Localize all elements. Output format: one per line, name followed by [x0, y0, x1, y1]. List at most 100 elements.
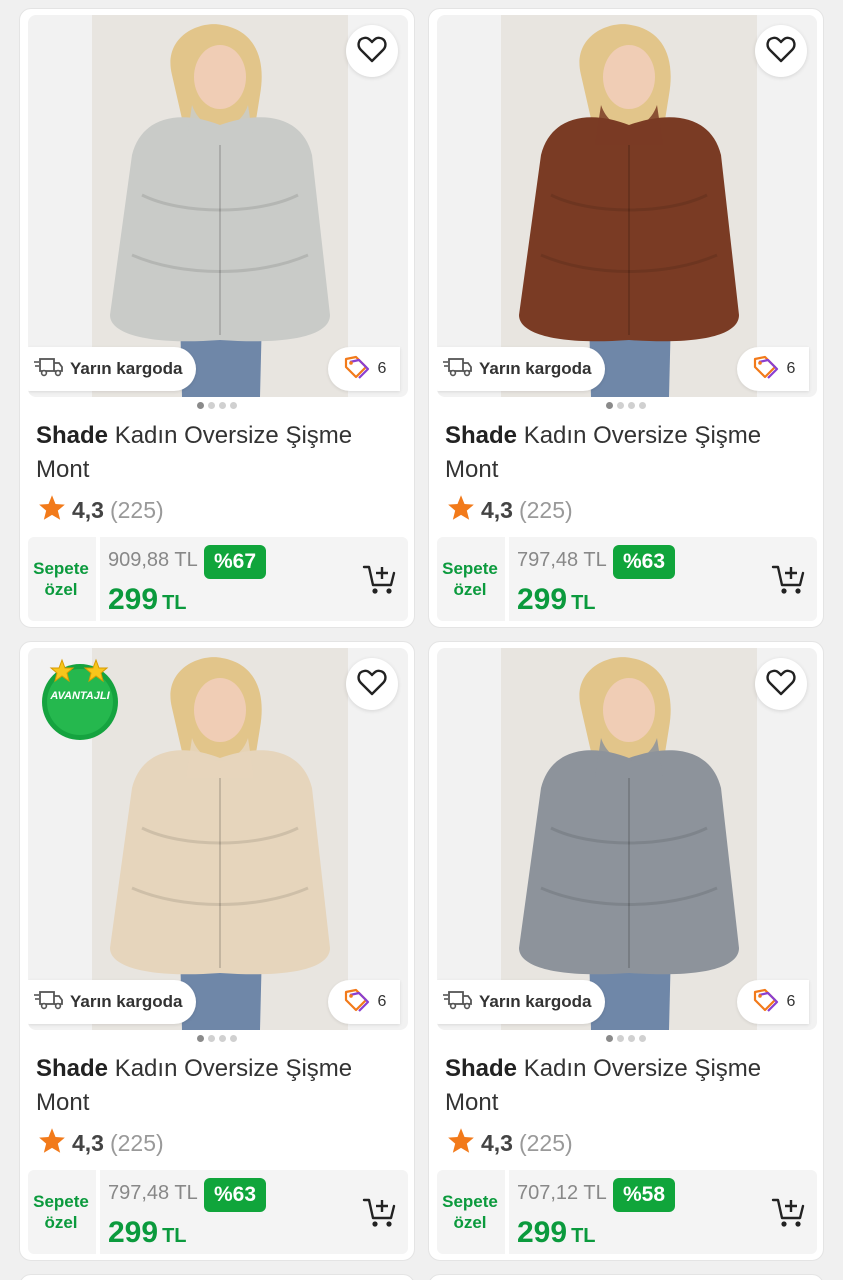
basket-label-line-1: Sepete — [442, 1192, 498, 1211]
carousel-dot — [639, 1035, 646, 1042]
basket-label-line-1: Sepete — [442, 559, 498, 578]
carousel-dot — [219, 402, 226, 409]
color-tags-icon — [751, 353, 779, 386]
favorite-button[interactable] — [346, 25, 398, 77]
product-card[interactable]: AVANTAJLI Yarın kargoda 6 Shade Kadın Overs… — [19, 641, 415, 1261]
product-card-partial[interactable] — [19, 1274, 415, 1280]
heart-outline-icon — [357, 35, 387, 68]
product-card[interactable]: Yarın kargoda 6 Shade Kadın Oversize Şişme… — [428, 8, 824, 628]
color-options-badge[interactable]: 6 — [737, 980, 809, 1024]
color-options-badge[interactable]: 6 — [737, 347, 809, 391]
price-currency: TL — [571, 1225, 596, 1247]
favorite-button[interactable] — [755, 658, 807, 710]
carousel-dot — [628, 1035, 635, 1042]
color-tags-icon — [342, 986, 370, 1019]
price-box: Sepete özel 797,48 TL %63 299 TL — [28, 1170, 408, 1254]
color-options-badge[interactable]: 6 — [328, 980, 400, 1024]
basket-label-line-2: özel — [44, 580, 78, 599]
sale-price: 299 TL — [517, 1216, 596, 1250]
color-options-badge[interactable]: 6 — [328, 347, 400, 391]
price-amount: 299 — [108, 1216, 159, 1249]
shipping-badge: Yarın kargoda — [437, 347, 606, 391]
carousel-dot — [208, 1035, 215, 1042]
divider — [505, 1170, 509, 1254]
review-count: (225) — [109, 496, 164, 523]
product-title[interactable]: Shade Kadın Oversize Şişme Mont — [36, 1052, 406, 1120]
rating-score: 4,3 — [481, 496, 513, 523]
product-image[interactable]: Yarın kargoda 6 — [437, 15, 817, 397]
price-box: Sepete özel 707,12 TL %58 299 TL — [437, 1170, 817, 1254]
heart-outline-icon — [766, 35, 796, 68]
product-rating: 4,3 (225) — [447, 494, 573, 526]
star-icon — [447, 494, 475, 526]
star-icon — [38, 494, 66, 526]
product-image[interactable]: AVANTAJLI Yarın kargoda 6 — [28, 648, 408, 1030]
product-card[interactable]: Yarın kargoda 6 Shade Kadın Oversize Şişme… — [428, 641, 824, 1261]
price-amount: 299 — [108, 583, 159, 616]
rating-score: 4,3 — [481, 1129, 513, 1156]
carousel-dot — [606, 1035, 613, 1042]
basket-label-line-2: özel — [453, 580, 487, 599]
add-to-cart-icon — [362, 565, 398, 601]
review-count: (225) — [109, 1129, 164, 1156]
add-to-cart-button[interactable] — [362, 561, 398, 597]
add-to-cart-icon — [362, 1198, 398, 1234]
image-carousel-dots — [20, 402, 414, 409]
shipping-label: Yarın kargoda — [479, 992, 592, 1011]
product-title[interactable]: Shade Kadın Oversize Şişme Mont — [445, 419, 815, 487]
favorite-button[interactable] — [755, 25, 807, 77]
heart-outline-icon — [766, 668, 796, 701]
carousel-dot — [606, 402, 613, 409]
delivery-truck-icon — [34, 355, 64, 384]
price-amount: 299 — [517, 583, 568, 616]
product-brand: Shade — [445, 422, 518, 449]
color-tags-icon — [342, 353, 370, 386]
product-card-partial[interactable] — [428, 1274, 824, 1280]
add-to-cart-icon — [771, 1198, 807, 1234]
product-rating: 4,3 (225) — [447, 1127, 573, 1159]
shipping-label: Yarın kargoda — [70, 992, 183, 1011]
delivery-truck-icon — [443, 355, 473, 384]
carousel-dot — [230, 1035, 237, 1042]
product-card[interactable]: Yarın kargoda 6 Shade Kadın Oversize Şişme… — [19, 8, 415, 628]
color-count: 6 — [786, 993, 796, 1010]
price-amount: 299 — [517, 1216, 568, 1249]
divider — [505, 537, 509, 621]
price-currency: TL — [571, 592, 596, 614]
old-price: 707,12 TL — [517, 1182, 607, 1204]
product-brand: Shade — [36, 422, 109, 449]
basket-label-line-1: Sepete — [33, 1192, 89, 1211]
basket-label-line-2: özel — [453, 1213, 487, 1232]
basket-label-line-1: Sepete — [33, 559, 89, 578]
product-image[interactable]: Yarın kargoda 6 — [437, 648, 817, 1030]
basket-special-label: Sepete özel — [437, 537, 503, 621]
add-to-cart-button[interactable] — [362, 1194, 398, 1230]
rating-score: 4,3 — [72, 496, 104, 523]
color-tags-icon — [751, 986, 779, 1019]
product-brand: Shade — [445, 1055, 518, 1082]
favorite-button[interactable] — [346, 658, 398, 710]
carousel-dot — [617, 1035, 624, 1042]
delivery-truck-icon — [34, 988, 64, 1017]
image-carousel-dots — [429, 402, 823, 409]
old-price: 909,88 TL — [108, 549, 198, 571]
discount-badge: %58 — [613, 1178, 676, 1212]
product-title[interactable]: Shade Kadın Oversize Şişme Mont — [445, 1052, 815, 1120]
product-rating: 4,3 (225) — [38, 494, 164, 526]
discount-badge: %63 — [204, 1178, 267, 1212]
old-price: 797,48 TL — [517, 549, 607, 571]
shipping-badge: Yarın kargoda — [28, 347, 197, 391]
product-image[interactable]: Yarın kargoda 6 — [28, 15, 408, 397]
color-count: 6 — [786, 360, 796, 377]
basket-special-label: Sepete özel — [28, 1170, 94, 1254]
carousel-dot — [628, 402, 635, 409]
carousel-dot — [219, 1035, 226, 1042]
rating-score: 4,3 — [72, 1129, 104, 1156]
price-box: Sepete özel 909,88 TL %67 299 TL — [28, 537, 408, 621]
image-carousel-dots — [429, 1035, 823, 1042]
add-to-cart-button[interactable] — [771, 1194, 807, 1230]
product-title[interactable]: Shade Kadın Oversize Şişme Mont — [36, 419, 406, 487]
add-to-cart-button[interactable] — [771, 561, 807, 597]
basket-label-line-2: özel — [44, 1213, 78, 1232]
price-currency: TL — [162, 1225, 187, 1247]
